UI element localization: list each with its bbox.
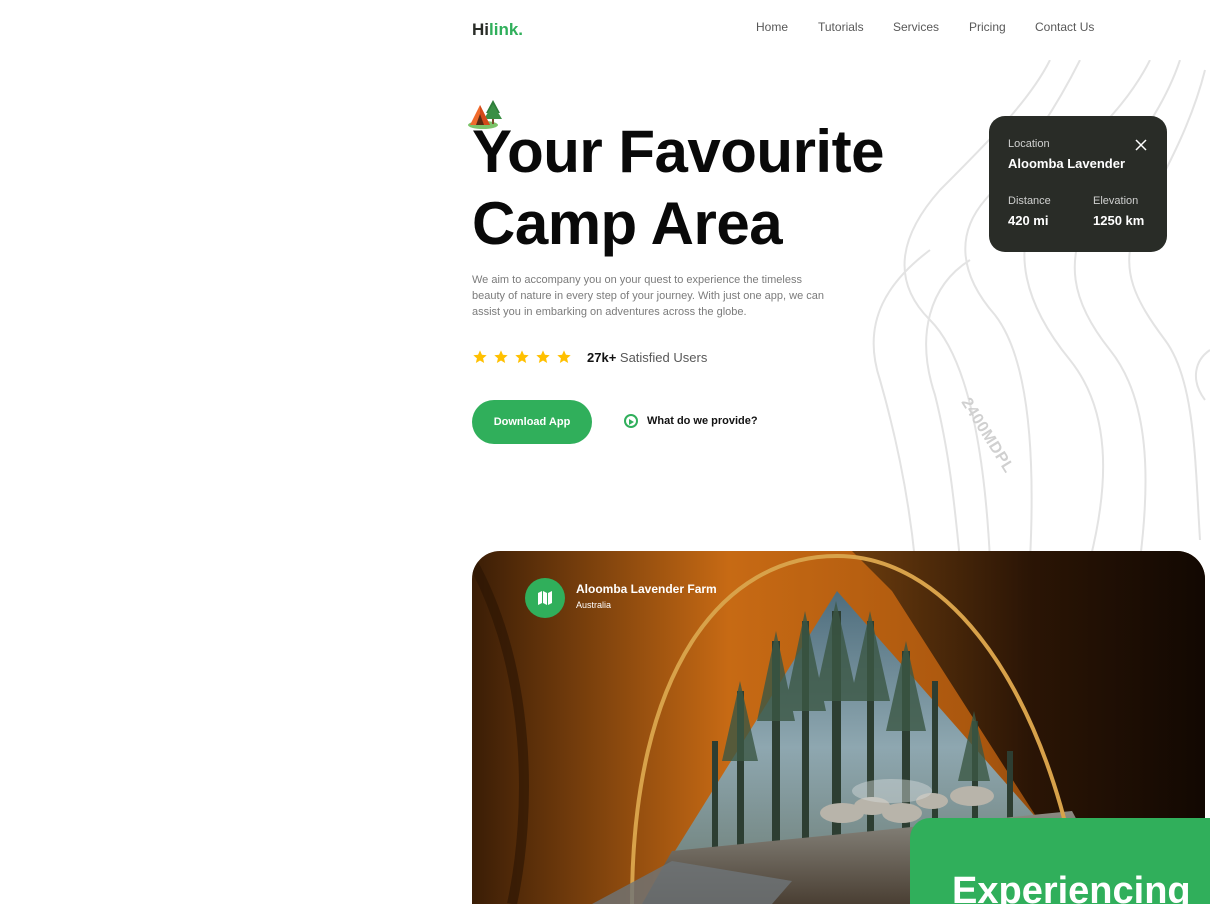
- map-icon-wrapper[interactable]: [525, 578, 565, 618]
- what-we-provide-link[interactable]: What do we provide?: [624, 414, 758, 428]
- star-icon: [473, 350, 487, 363]
- nav-contact-us[interactable]: Contact Us: [1035, 20, 1094, 34]
- place-text: Aloomba Lavender Farm Australia: [576, 578, 717, 610]
- experience-heading: Experiencing: [952, 870, 1191, 904]
- place-badge: Aloomba Lavender Farm Australia: [525, 578, 717, 618]
- elevation-label: Elevation: [1093, 195, 1139, 207]
- place-subtitle: Australia: [576, 600, 612, 610]
- brand-accent: link.: [489, 20, 524, 39]
- users-count: 27k+: [587, 349, 617, 365]
- location-card: Location Aloomba Lavender Distance 420 m…: [989, 116, 1167, 252]
- distance-label: Distance: [1008, 195, 1051, 207]
- hero-title-line1: Your Favourite: [472, 118, 884, 185]
- brand-logo[interactable]: Hilink.: [472, 20, 523, 40]
- satisfied-users: 27k+ Satisfied Users: [587, 350, 707, 365]
- hero-title-line2: Camp Area: [472, 190, 783, 257]
- star-icon: [536, 350, 550, 363]
- map-icon: [538, 591, 552, 605]
- users-label: Satisfied Users: [616, 349, 708, 365]
- location-label: Location: [1008, 138, 1050, 150]
- nav-services[interactable]: Services: [893, 20, 939, 34]
- hero-title: Your Favourite Camp Area: [472, 116, 952, 260]
- place-title: Aloomba Lavender Farm: [576, 582, 717, 596]
- star-icon: [515, 350, 529, 363]
- rating-row: 27k+ Satisfied Users: [472, 349, 707, 365]
- star-icon: [494, 350, 508, 363]
- close-icon[interactable]: [1135, 139, 1147, 151]
- location-value: Aloomba Lavender: [1008, 156, 1126, 171]
- play-icon: [624, 414, 638, 428]
- experience-card: Experiencing: [910, 818, 1210, 904]
- what-we-provide-label: What do we provide?: [647, 415, 758, 427]
- download-app-button[interactable]: Download App: [472, 400, 592, 444]
- star-icon: [557, 350, 571, 363]
- elevation-value: 1250 km: [1093, 213, 1145, 228]
- rating-stars: [472, 349, 572, 365]
- nav-tutorials[interactable]: Tutorials: [818, 20, 864, 34]
- hero-description: We aim to accompany you on your quest to…: [472, 274, 824, 318]
- nav-pricing[interactable]: Pricing: [969, 20, 1006, 34]
- distance-value: 420 mi: [1008, 213, 1049, 228]
- brand-prefix: Hi: [472, 20, 489, 39]
- nav-home[interactable]: Home: [756, 20, 788, 34]
